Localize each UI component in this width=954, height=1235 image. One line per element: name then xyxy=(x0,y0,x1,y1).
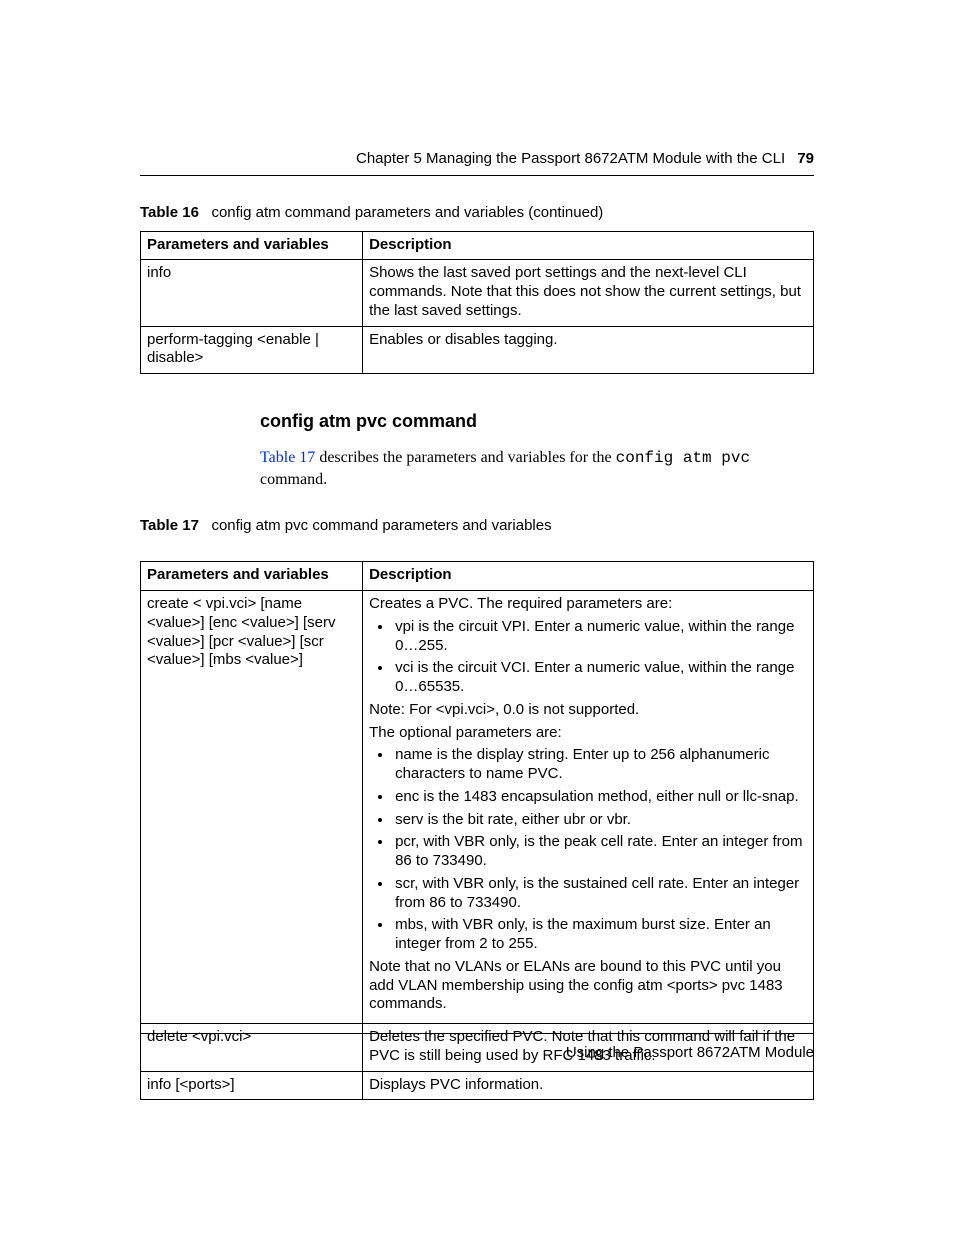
optional-list: name is the display string. Enter up to … xyxy=(369,746,807,954)
table-row: perform-tagging <enable | disable> Enabl… xyxy=(141,326,814,374)
th-description: Description xyxy=(363,231,814,260)
cell-param: create < vpi.vci> [name <value>] [enc <v… xyxy=(141,591,363,1024)
section-paragraph: Table 17 describes the parameters and va… xyxy=(260,447,814,491)
table17-xref[interactable]: Table 17 xyxy=(260,449,315,466)
list-item: vci is the circuit VCI. Enter a numeric … xyxy=(393,659,807,697)
table17-caption-text: config atm pvc command parameters and va… xyxy=(211,517,551,534)
th-parameters: Parameters and variables xyxy=(141,562,363,591)
table17-label: Table 17 xyxy=(140,517,199,534)
cell-desc: Displays PVC information. xyxy=(363,1071,814,1100)
desc-note1: Note: For <vpi.vci>, 0.0 is not supporte… xyxy=(369,701,807,720)
required-list: vpi is the circuit VPI. Enter a numeric … xyxy=(369,618,807,697)
desc-intro: Creates a PVC. The required parameters a… xyxy=(369,595,807,614)
table17-caption: Table 17 config atm pvc command paramete… xyxy=(140,517,814,536)
list-item: pcr, with VBR only, is the peak cell rat… xyxy=(393,833,807,871)
th-description: Description xyxy=(363,562,814,591)
desc-note2: Note that no VLANs or ELANs are bound to… xyxy=(369,958,807,1014)
th-parameters: Parameters and variables xyxy=(141,231,363,260)
list-item: enc is the 1483 encapsulation method, ei… xyxy=(393,788,807,807)
para-text: describes the parameters and variables f… xyxy=(315,449,615,466)
running-footer: Using the Passport 8672ATM Module xyxy=(140,1044,814,1063)
table16-caption-text: config atm command parameters and variab… xyxy=(211,204,603,221)
table-row: info Shows the last saved port settings … xyxy=(141,260,814,326)
cell-param: perform-tagging <enable | disable> xyxy=(141,326,363,374)
list-item: serv is the bit rate, either ubr or vbr. xyxy=(393,811,807,830)
section-heading: config atm pvc command xyxy=(260,410,814,433)
header-rule xyxy=(140,175,814,176)
footer: Using the Passport 8672ATM Module xyxy=(140,1033,814,1063)
table-row: info [<ports>] Displays PVC information. xyxy=(141,1071,814,1100)
footer-rule xyxy=(140,1033,814,1034)
cell-param: info [<ports>] xyxy=(141,1071,363,1100)
list-item: mbs, with VBR only, is the maximum burst… xyxy=(393,916,807,954)
list-item: vpi is the circuit VPI. Enter a numeric … xyxy=(393,618,807,656)
para-mono: config atm pvc xyxy=(616,449,750,467)
cell-desc: Creates a PVC. The required parameters a… xyxy=(363,591,814,1024)
cell-desc: Enables or disables tagging. xyxy=(363,326,814,374)
table17: Parameters and variables Description cre… xyxy=(140,561,814,1100)
table16-caption: Table 16 config atm command parameters a… xyxy=(140,204,814,223)
desc-opt-intro: The optional parameters are: xyxy=(369,724,807,743)
cell-param: info xyxy=(141,260,363,326)
para-tail: command. xyxy=(260,471,327,488)
page: Chapter 5 Managing the Passport 8672ATM … xyxy=(0,0,954,1235)
table16-label: Table 16 xyxy=(140,204,199,221)
running-header: Chapter 5 Managing the Passport 8672ATM … xyxy=(140,150,814,169)
chapter-title: Chapter 5 Managing the Passport 8672ATM … xyxy=(356,150,785,167)
table-header-row: Parameters and variables Description xyxy=(141,562,814,591)
table-row: create < vpi.vci> [name <value>] [enc <v… xyxy=(141,591,814,1024)
table16: Parameters and variables Description inf… xyxy=(140,231,814,375)
page-number: 79 xyxy=(789,150,814,167)
list-item: name is the display string. Enter up to … xyxy=(393,746,807,784)
cell-desc: Shows the last saved port settings and t… xyxy=(363,260,814,326)
table-header-row: Parameters and variables Description xyxy=(141,231,814,260)
list-item: scr, with VBR only, is the sustained cel… xyxy=(393,875,807,913)
